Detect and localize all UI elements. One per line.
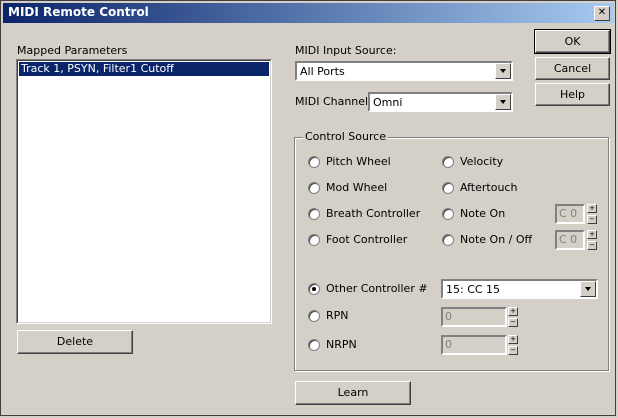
midi-input-source-value: All Ports — [300, 65, 345, 78]
breath-controller-radio[interactable] — [308, 208, 320, 220]
midi-input-source-dropdown[interactable]: All Ports — [295, 61, 513, 81]
control-source-label: Control Source — [303, 130, 389, 143]
midi-channel-dropdown[interactable]: Omni — [368, 92, 513, 112]
note-on-radio[interactable] — [442, 208, 454, 220]
ok-button[interactable]: OK — [534, 29, 611, 54]
midi-input-source-label: MIDI Input Source: — [295, 44, 397, 57]
chevron-down-icon[interactable] — [495, 63, 511, 79]
rpn-radio[interactable] — [308, 310, 320, 322]
midi-channel-value: Omni — [373, 96, 403, 109]
mapped-parameters-label: Mapped Parameters — [17, 44, 128, 57]
nrpn-field[interactable]: 0 — [441, 335, 507, 355]
rpn-spinner[interactable]: + − — [508, 307, 518, 327]
rpn-field[interactable]: 0 — [441, 307, 507, 327]
spin-down-icon[interactable]: − — [508, 346, 518, 355]
spin-down-icon[interactable]: − — [587, 215, 597, 224]
cancel-button[interactable]: Cancel — [535, 57, 610, 80]
velocity-radio[interactable] — [442, 156, 454, 168]
midi-channel-label: MIDI Channel: — [295, 95, 372, 108]
velocity-label: Velocity — [460, 155, 504, 168]
help-button[interactable]: Help — [535, 83, 610, 106]
note-on-label: Note On — [460, 207, 506, 220]
close-button[interactable]: ✕ — [594, 6, 610, 21]
pitch-wheel-radio[interactable] — [308, 156, 320, 168]
midi-remote-control-dialog: MIDI Remote Control ✕ Mapped Parameters … — [0, 0, 616, 416]
spin-up-icon[interactable]: + — [508, 335, 518, 344]
close-icon: ✕ — [597, 7, 607, 18]
spin-up-icon[interactable]: + — [587, 230, 597, 239]
other-controller-dropdown[interactable]: 15: CC 15 — [441, 279, 598, 299]
other-controller-label: Other Controller # — [326, 282, 428, 295]
note-on-off-spinner[interactable]: + − — [587, 230, 597, 250]
nrpn-spinner[interactable]: + − — [508, 335, 518, 355]
pitch-wheel-label: Pitch Wheel — [326, 155, 391, 168]
list-item[interactable]: Track 1, PSYN, Filter1 Cutoff — [19, 62, 269, 76]
nrpn-radio[interactable] — [308, 339, 320, 351]
spin-down-icon[interactable]: − — [508, 318, 518, 327]
window-title: MIDI Remote Control — [8, 5, 149, 19]
delete-button[interactable]: Delete — [17, 330, 133, 354]
note-on-spinner[interactable]: + − — [587, 204, 597, 224]
chevron-down-icon[interactable] — [495, 94, 511, 110]
spin-up-icon[interactable]: + — [587, 204, 597, 213]
other-controller-value: 15: CC 15 — [446, 283, 501, 296]
learn-button[interactable]: Learn — [295, 381, 411, 405]
breath-controller-label: Breath Controller — [326, 207, 421, 220]
foot-controller-radio[interactable] — [308, 234, 320, 246]
note-on-off-field[interactable]: C 0 — [555, 230, 585, 250]
mod-wheel-radio[interactable] — [308, 182, 320, 194]
mapped-parameters-list[interactable]: Track 1, PSYN, Filter1 Cutoff — [16, 59, 272, 324]
spin-down-icon[interactable]: − — [587, 241, 597, 250]
spin-up-icon[interactable]: + — [508, 307, 518, 316]
aftertouch-label: Aftertouch — [460, 181, 518, 194]
aftertouch-radio[interactable] — [442, 182, 454, 194]
note-on-field[interactable]: C 0 — [555, 204, 585, 224]
foot-controller-label: Foot Controller — [326, 233, 408, 246]
mod-wheel-label: Mod Wheel — [326, 181, 388, 194]
note-on-off-radio[interactable] — [442, 234, 454, 246]
chevron-down-icon[interactable] — [580, 281, 596, 297]
rpn-label: RPN — [326, 309, 349, 322]
other-controller-radio[interactable] — [308, 283, 320, 295]
note-on-off-label: Note On / Off — [460, 233, 533, 246]
title-bar[interactable]: MIDI Remote Control ✕ — [3, 3, 614, 23]
nrpn-label: NRPN — [326, 338, 357, 351]
